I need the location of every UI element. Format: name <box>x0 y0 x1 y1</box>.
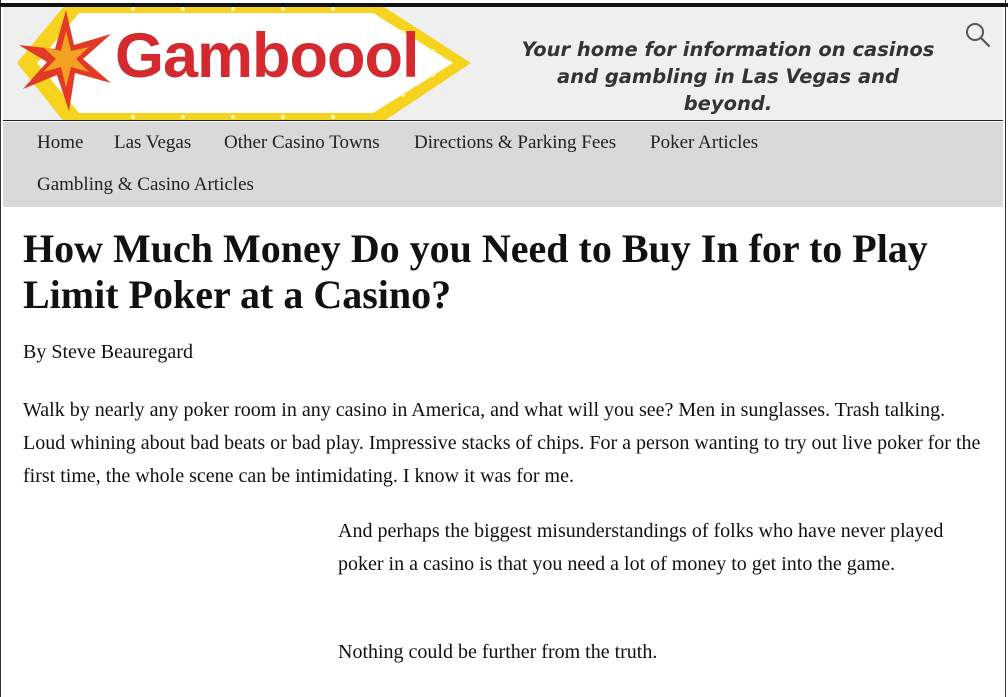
nav-item-directions-parking[interactable]: Directions & Parking Fees <box>414 132 616 154</box>
article-title: How Much Money Do you Need to Buy In for… <box>23 226 928 317</box>
article-byline: By Steve Beauregard <box>23 341 193 363</box>
nav-item-las-vegas[interactable]: Las Vegas <box>114 132 191 154</box>
article-paragraph: Nothing could be further from the truth. <box>338 641 658 663</box>
nav-item-poker-articles[interactable]: Poker Articles <box>650 132 758 154</box>
article-paragraph: Walk by nearly any poker room in any cas… <box>23 399 981 487</box>
nav-item-other-casino-towns[interactable]: Other Casino Towns <box>224 132 380 154</box>
logo-text[interactable]: Gamboool <box>115 25 419 88</box>
nav-item-gambling-casino-articles[interactable]: Gambling & Casino Articles <box>37 174 254 196</box>
site-header: Gamboool Your home for information on ca… <box>3 7 1003 121</box>
search-icon[interactable] <box>964 21 992 49</box>
site-tagline: Your home for information on casinos and… <box>521 38 935 115</box>
main-navigation: Home Las Vegas Other Casino Towns Direct… <box>3 122 1003 207</box>
article-paragraph: And perhaps the biggest misunderstanding… <box>338 520 944 575</box>
nav-item-home[interactable]: Home <box>37 132 83 154</box>
